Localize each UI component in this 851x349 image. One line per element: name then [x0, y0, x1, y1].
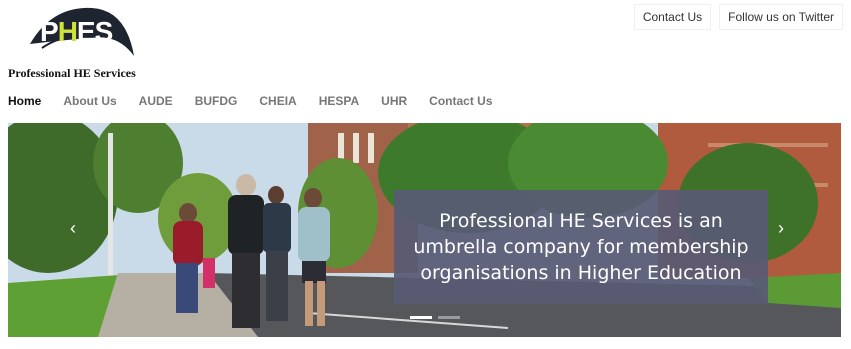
- nav-item-bufdg[interactable]: BUFDG: [195, 94, 238, 108]
- carousel-prev-button[interactable]: ‹: [64, 219, 82, 237]
- hero-caption-box: Professional HE Services is an umbrella …: [394, 190, 768, 304]
- carousel-indicator-1[interactable]: [410, 316, 432, 319]
- nav-item-aude[interactable]: AUDE: [139, 94, 173, 108]
- contact-us-link[interactable]: Contact Us: [633, 4, 712, 30]
- chevron-left-icon: ‹: [70, 218, 76, 238]
- logo-text: PHES: [40, 16, 113, 48]
- logo-es: ES: [76, 16, 113, 47]
- nav-item-home[interactable]: Home: [8, 94, 41, 108]
- nav-item-about-us[interactable]: About Us: [63, 94, 116, 108]
- carousel-indicators: [410, 316, 460, 319]
- carousel-next-button[interactable]: ›: [772, 219, 790, 237]
- top-links: Contact Us Follow us on Twitter: [633, 4, 843, 30]
- hero-carousel: ‹ › Professional HE Services is an umbre…: [8, 123, 841, 337]
- logo-h: H: [57, 16, 78, 47]
- main-nav: Home About Us AUDE BUFDG CHEIA HESPA UHR…: [8, 94, 515, 108]
- site-logo[interactable]: PHES Professional HE Services: [8, 4, 148, 80]
- hero-caption: Professional HE Services is an umbrella …: [413, 210, 749, 284]
- chevron-right-icon: ›: [778, 218, 784, 238]
- twitter-link[interactable]: Follow us on Twitter: [719, 4, 843, 30]
- logo-subtitle: Professional HE Services: [8, 66, 136, 80]
- nav-item-cheia[interactable]: CHEIA: [259, 94, 296, 108]
- nav-item-hespa[interactable]: HESPA: [319, 94, 359, 108]
- carousel-indicator-2[interactable]: [438, 316, 460, 319]
- logo-p: P: [40, 16, 59, 47]
- nav-item-contact-us[interactable]: Contact Us: [429, 94, 492, 108]
- nav-item-uhr[interactable]: UHR: [381, 94, 407, 108]
